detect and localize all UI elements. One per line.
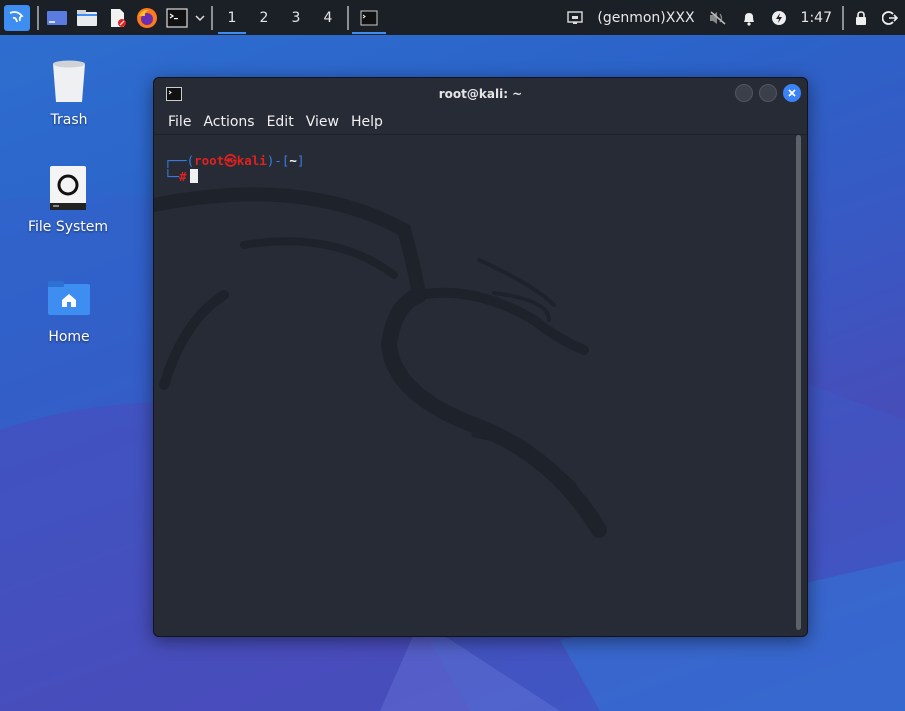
menubar: File Actions Edit View Help [154, 110, 807, 134]
prompt-at: ㉿ [224, 153, 237, 168]
logout-icon [882, 10, 898, 25]
panel-separator [842, 5, 844, 30]
folder-icon [77, 9, 97, 26]
desktop-home[interactable]: Home [14, 275, 124, 345]
clock[interactable]: 1:47 [794, 0, 839, 35]
home-folder-icon [46, 275, 92, 321]
terminal-area[interactable]: ┌──(root㉿kali)-[~] └─# [154, 134, 807, 636]
menu-file[interactable]: File [162, 114, 197, 130]
workspace-4[interactable]: 4 [312, 0, 344, 35]
menu-view[interactable]: View [300, 114, 345, 130]
firefox-icon [137, 7, 157, 28]
prompt-bracket: )-[ [266, 153, 290, 168]
logout-button[interactable] [875, 0, 905, 35]
close-icon [788, 89, 796, 97]
minimize-button[interactable] [735, 84, 753, 102]
power-manager-button[interactable] [764, 0, 794, 35]
desktop-file-system[interactable]: File System [13, 165, 123, 235]
panel-separator [37, 5, 39, 30]
power-charge-icon [771, 10, 786, 25]
text-cursor [189, 169, 198, 183]
panel-separator [211, 5, 213, 30]
workspace-2[interactable]: 2 [248, 0, 280, 35]
genmon-label[interactable]: (genmon)XXX [590, 0, 701, 35]
trash-icon [46, 58, 92, 104]
kali-menu-button[interactable] [0, 0, 34, 35]
system-tray: (genmon)XXX 1:47 [560, 0, 905, 35]
terminal-window: root@kali: ~ File Actions Edit View Help [153, 77, 808, 637]
chevron-down-icon [195, 14, 205, 21]
prompt-bracket: ] [296, 153, 305, 168]
prompt-bracket: └─ [164, 169, 180, 184]
window-titlebar[interactable]: root@kali: ~ [154, 78, 807, 110]
terminal-icon [166, 7, 188, 28]
prompt-host: kali [236, 153, 267, 168]
terminal-icon [360, 10, 378, 25]
menu-actions[interactable]: Actions [197, 114, 260, 130]
prompt-bracket: ┌──( [164, 153, 195, 168]
shell-prompt: ┌──(root㉿kali)-[~] └─# [164, 153, 304, 185]
workspace-1[interactable]: 1 [216, 0, 248, 35]
desktop-trash[interactable]: Trash [14, 58, 124, 128]
network-button[interactable] [560, 0, 590, 35]
scrollbar[interactable] [796, 135, 801, 630]
bell-icon [743, 12, 754, 26]
terminal-launcher[interactable] [162, 0, 192, 35]
panel-separator [347, 5, 349, 30]
volume-button[interactable] [702, 0, 734, 35]
text-editor-launcher[interactable] [102, 0, 132, 35]
file-manager-launcher[interactable] [72, 0, 102, 35]
desktop-icon-label: Trash [50, 112, 88, 128]
maximize-button[interactable] [759, 84, 777, 102]
kali-dragon-watermark [154, 187, 607, 538]
workspace-3[interactable]: 3 [280, 0, 312, 35]
menu-edit[interactable]: Edit [261, 114, 300, 130]
prompt-symbol: # [179, 169, 187, 184]
taskbar-terminal-window[interactable] [352, 0, 386, 35]
show-desktop-button[interactable] [42, 0, 72, 35]
lock-screen-button[interactable] [847, 0, 875, 35]
menu-help[interactable]: Help [345, 114, 389, 130]
window-title: root@kali: ~ [438, 87, 523, 101]
close-button[interactable] [783, 84, 801, 102]
kali-logo-icon [4, 4, 30, 31]
desktop-icon-label: Home [48, 329, 90, 345]
lock-icon [856, 10, 866, 25]
launcher-dropdown-button[interactable] [192, 0, 208, 35]
notifications-button[interactable] [734, 0, 764, 35]
volume-muted-icon [709, 10, 726, 25]
drive-icon [45, 165, 91, 211]
desktop-icon [47, 10, 67, 25]
prompt-user: root [194, 153, 225, 168]
text-editor-icon [111, 8, 126, 27]
top-panel: 1 2 3 4 (genmon)XXX 1:47 [0, 0, 905, 35]
desktop-icon-label: File System [27, 219, 109, 235]
network-icon [567, 10, 584, 24]
terminal-icon [166, 87, 182, 101]
firefox-launcher[interactable] [132, 0, 162, 35]
prompt-directory: ~ [289, 153, 297, 168]
